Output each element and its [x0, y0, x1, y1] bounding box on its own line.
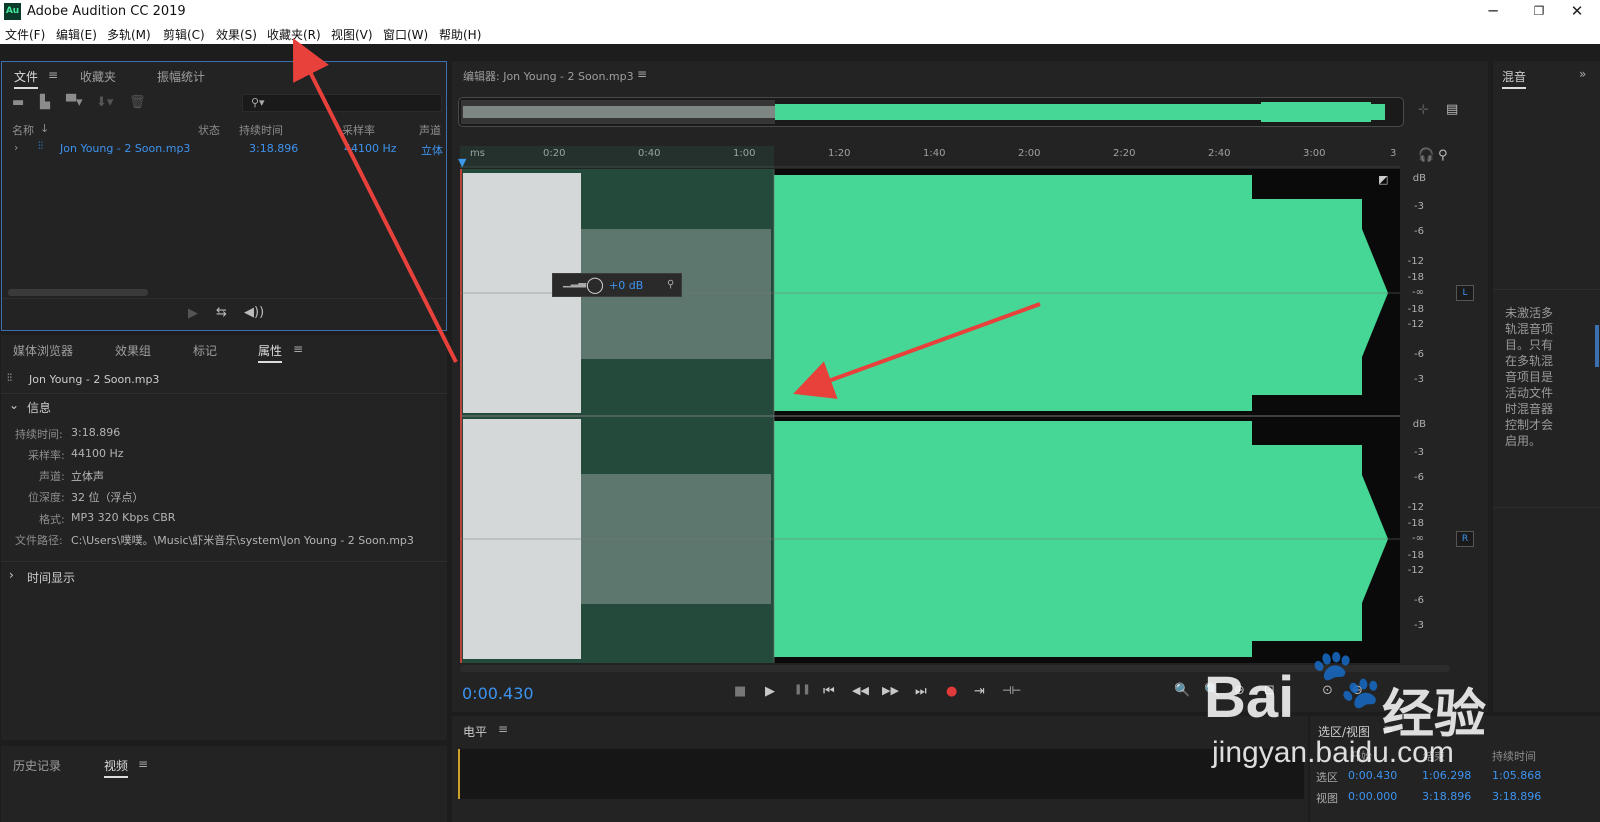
- baidu-logo-text: Bai: [1204, 665, 1295, 730]
- annotation-arrow-waveform: [793, 302, 1041, 399]
- annotation-arrow-menu: [293, 38, 458, 363]
- watermark-url: jingyan.baidu.com: [1212, 736, 1454, 769]
- baidu-watermark: Bai 🐾 经验 jingyan.baidu.com: [1204, 644, 1584, 814]
- paw-logo-icon: 🐾: [1310, 644, 1383, 712]
